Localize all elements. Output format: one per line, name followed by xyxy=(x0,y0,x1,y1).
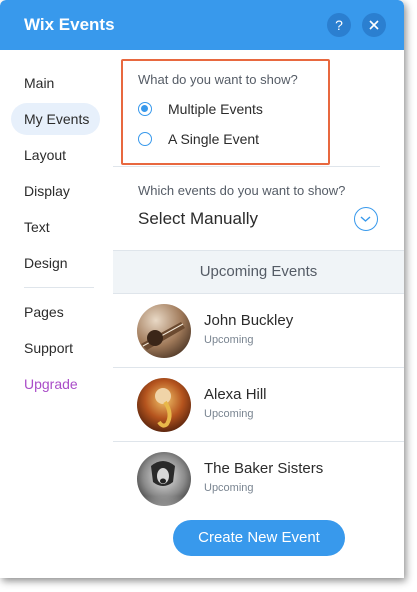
event-status: Upcoming xyxy=(204,334,254,346)
sidebar-item-design[interactable]: Design xyxy=(11,247,100,279)
sidebar-item-pages[interactable]: Pages xyxy=(11,296,100,328)
event-title: John Buckley xyxy=(204,312,294,329)
guitar-player-avatar xyxy=(137,304,191,358)
which-events-dropdown-value[interactable]: Select Manually xyxy=(138,209,258,229)
close-x-glyph xyxy=(369,20,379,30)
sidebar-item-upgrade[interactable]: Upgrade xyxy=(11,368,100,400)
chevron-glyph xyxy=(360,216,371,222)
sidebar-item-support[interactable]: Support xyxy=(11,332,100,364)
sidebar-item-text[interactable]: Text xyxy=(11,211,100,243)
guitar-photo-icon xyxy=(137,304,191,358)
panel-title: Wix Events xyxy=(24,15,115,34)
sidebar: Main My Events Layout Display Text Desig… xyxy=(0,50,113,578)
highlight-box xyxy=(121,59,330,165)
saxophone-player-avatar xyxy=(137,378,191,432)
help-icon[interactable]: ? xyxy=(327,13,351,37)
sidebar-item-layout[interactable]: Layout xyxy=(11,139,100,171)
upcoming-events-header: Upcoming Events xyxy=(113,250,404,294)
event-row[interactable]: John Buckley Upcoming xyxy=(113,294,404,368)
event-title: The Baker Sisters xyxy=(204,460,324,477)
event-status: Upcoming xyxy=(204,482,254,494)
event-title: Alexa Hill xyxy=(204,386,267,403)
saxophone-photo-icon xyxy=(137,378,191,432)
event-status: Upcoming xyxy=(204,408,254,420)
sidebar-item-display[interactable]: Display xyxy=(11,175,100,207)
create-new-event-button[interactable]: Create New Event xyxy=(173,520,345,556)
which-events-question: Which events do you want to show? xyxy=(138,183,346,198)
list-fade xyxy=(113,496,404,522)
sidebar-item-main[interactable]: Main xyxy=(11,67,100,99)
panel-header: Wix Events ? xyxy=(0,0,404,50)
divider xyxy=(113,166,380,167)
sidebar-divider xyxy=(24,287,94,288)
chevron-down-icon[interactable] xyxy=(354,207,378,231)
close-icon[interactable] xyxy=(362,13,386,37)
event-row[interactable]: Alexa Hill Upcoming xyxy=(113,368,404,442)
sidebar-item-my-events[interactable]: My Events xyxy=(11,103,100,135)
